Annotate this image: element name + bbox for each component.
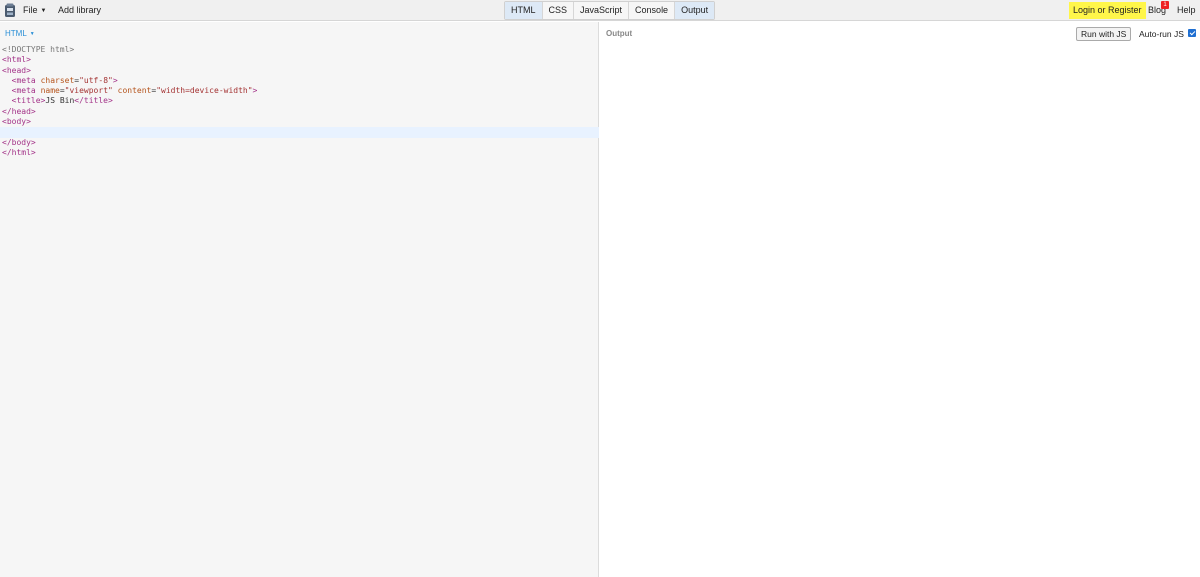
code-line[interactable]: </head>	[0, 107, 599, 117]
code-line[interactable]: <!DOCTYPE html>	[0, 45, 599, 55]
output-label: Output	[606, 29, 633, 38]
code-line[interactable]: <html>	[0, 55, 599, 65]
jsbin-logo-icon[interactable]	[4, 3, 16, 18]
panel-tabs: HTML CSS JavaScript Console Output	[504, 1, 716, 20]
code-line[interactable]: </body>	[0, 138, 599, 148]
caret-down-icon: ▼	[29, 31, 35, 37]
run-with-js-button[interactable]: Run with JS	[1076, 27, 1132, 41]
tab-output[interactable]: Output	[675, 2, 715, 19]
editor-language-selector[interactable]: HTML ▼	[5, 29, 35, 38]
autorun-checkbox[interactable]	[1188, 29, 1196, 37]
caret-down-icon: ▼	[40, 8, 47, 14]
html-editor-panel[interactable]: HTML ▼ <!DOCTYPE html> <html> <head> <meta …	[0, 22, 599, 577]
tab-css[interactable]: CSS	[543, 2, 575, 19]
autorun-label: Auto-run JS	[1139, 29, 1184, 39]
help-link[interactable]: Help	[1177, 0, 1196, 21]
code-line[interactable]: </html>	[0, 148, 599, 158]
file-menu-label: File	[23, 5, 38, 15]
code-line[interactable]: <meta name="viewport" content="width=dev…	[0, 86, 599, 96]
top-toolbar: File ▼ Add library HTML CSS JavaScript Conso…	[0, 0, 1200, 21]
output-panel: Output Run with JS Auto-run JS	[600, 22, 1200, 577]
file-menu[interactable]: File ▼	[23, 0, 46, 21]
add-library-menu[interactable]: Add library	[58, 0, 101, 21]
tab-console[interactable]: Console	[629, 2, 676, 19]
tab-javascript[interactable]: JavaScript	[574, 2, 630, 19]
blog-notification-badge: 1	[1161, 1, 1169, 9]
login-register-button[interactable]: Login or Register	[1069, 2, 1146, 19]
code-line[interactable]	[0, 127, 599, 138]
code-editor[interactable]: <!DOCTYPE html> <html> <head> <meta charse…	[0, 45, 599, 158]
code-line[interactable]: <body>	[0, 117, 599, 127]
editor-language-label: HTML	[5, 29, 27, 38]
code-line[interactable]: <head>	[0, 66, 599, 76]
tab-html[interactable]: HTML	[505, 2, 543, 19]
code-line[interactable]: <title>JS Bin</title>	[0, 96, 599, 106]
code-line[interactable]: <meta charset="utf-8">	[0, 76, 599, 86]
